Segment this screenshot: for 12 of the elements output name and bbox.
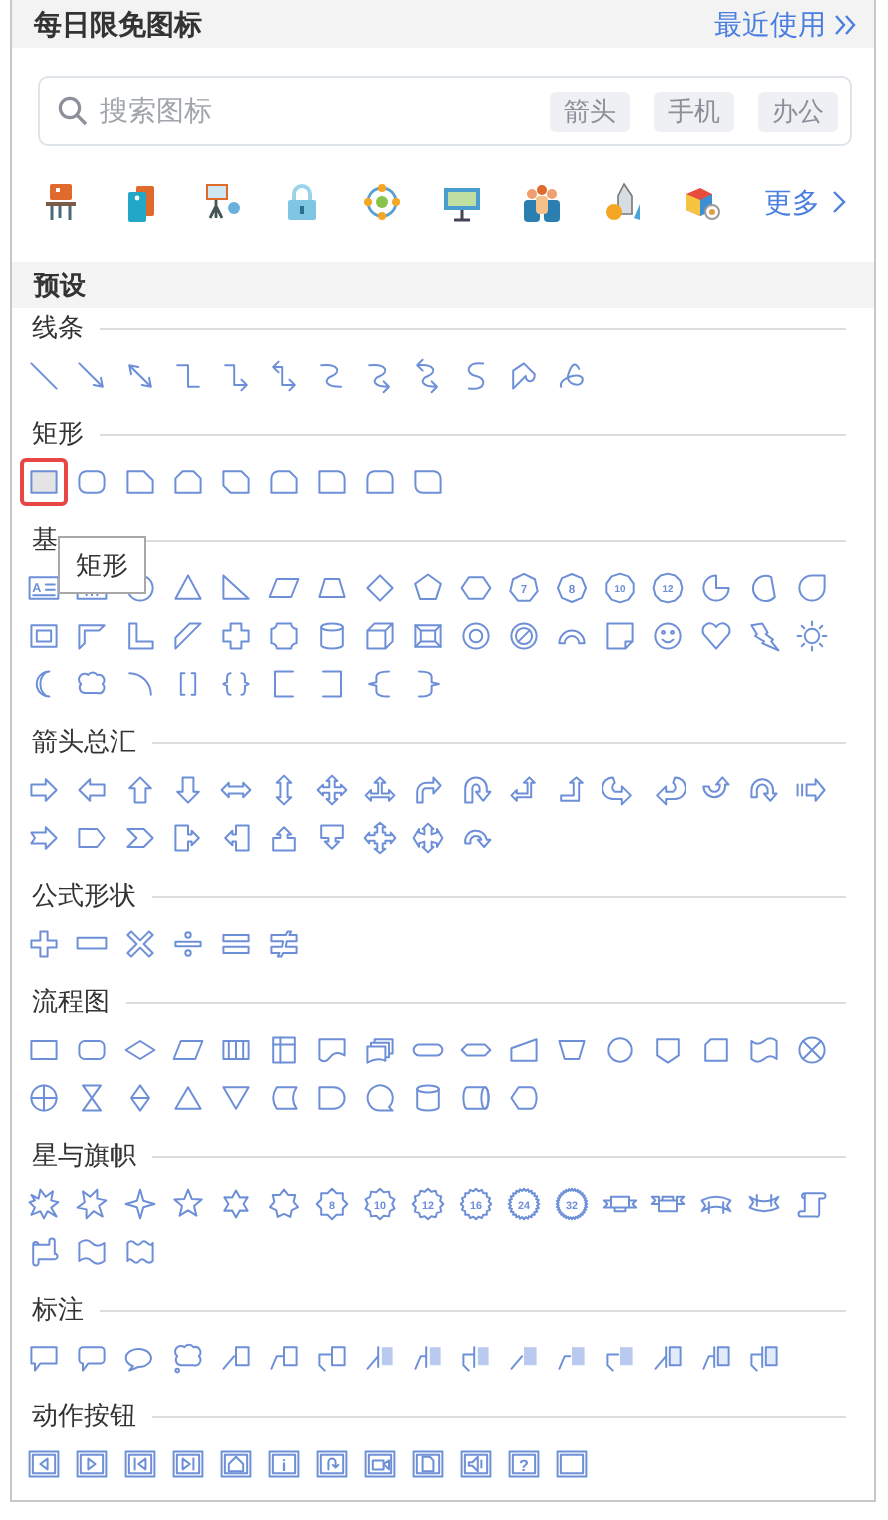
section-title: 星与旗帜 bbox=[32, 1138, 136, 1175]
section-title: 基 bbox=[32, 522, 58, 559]
preset-title: 预设 bbox=[34, 267, 86, 304]
section-title: 箭头总汇 bbox=[32, 724, 136, 761]
section-title: 线条 bbox=[32, 310, 84, 347]
section-title: 流程图 bbox=[32, 984, 110, 1021]
section-title: 矩形 bbox=[32, 416, 84, 453]
section-title: 动作按钮 bbox=[32, 1398, 136, 1435]
section-title: 标注 bbox=[32, 1292, 84, 1329]
tooltip: 矩形 bbox=[58, 536, 146, 594]
panel-title: 每日限免图标 bbox=[34, 5, 202, 43]
section-title: 公式形状 bbox=[32, 878, 136, 915]
